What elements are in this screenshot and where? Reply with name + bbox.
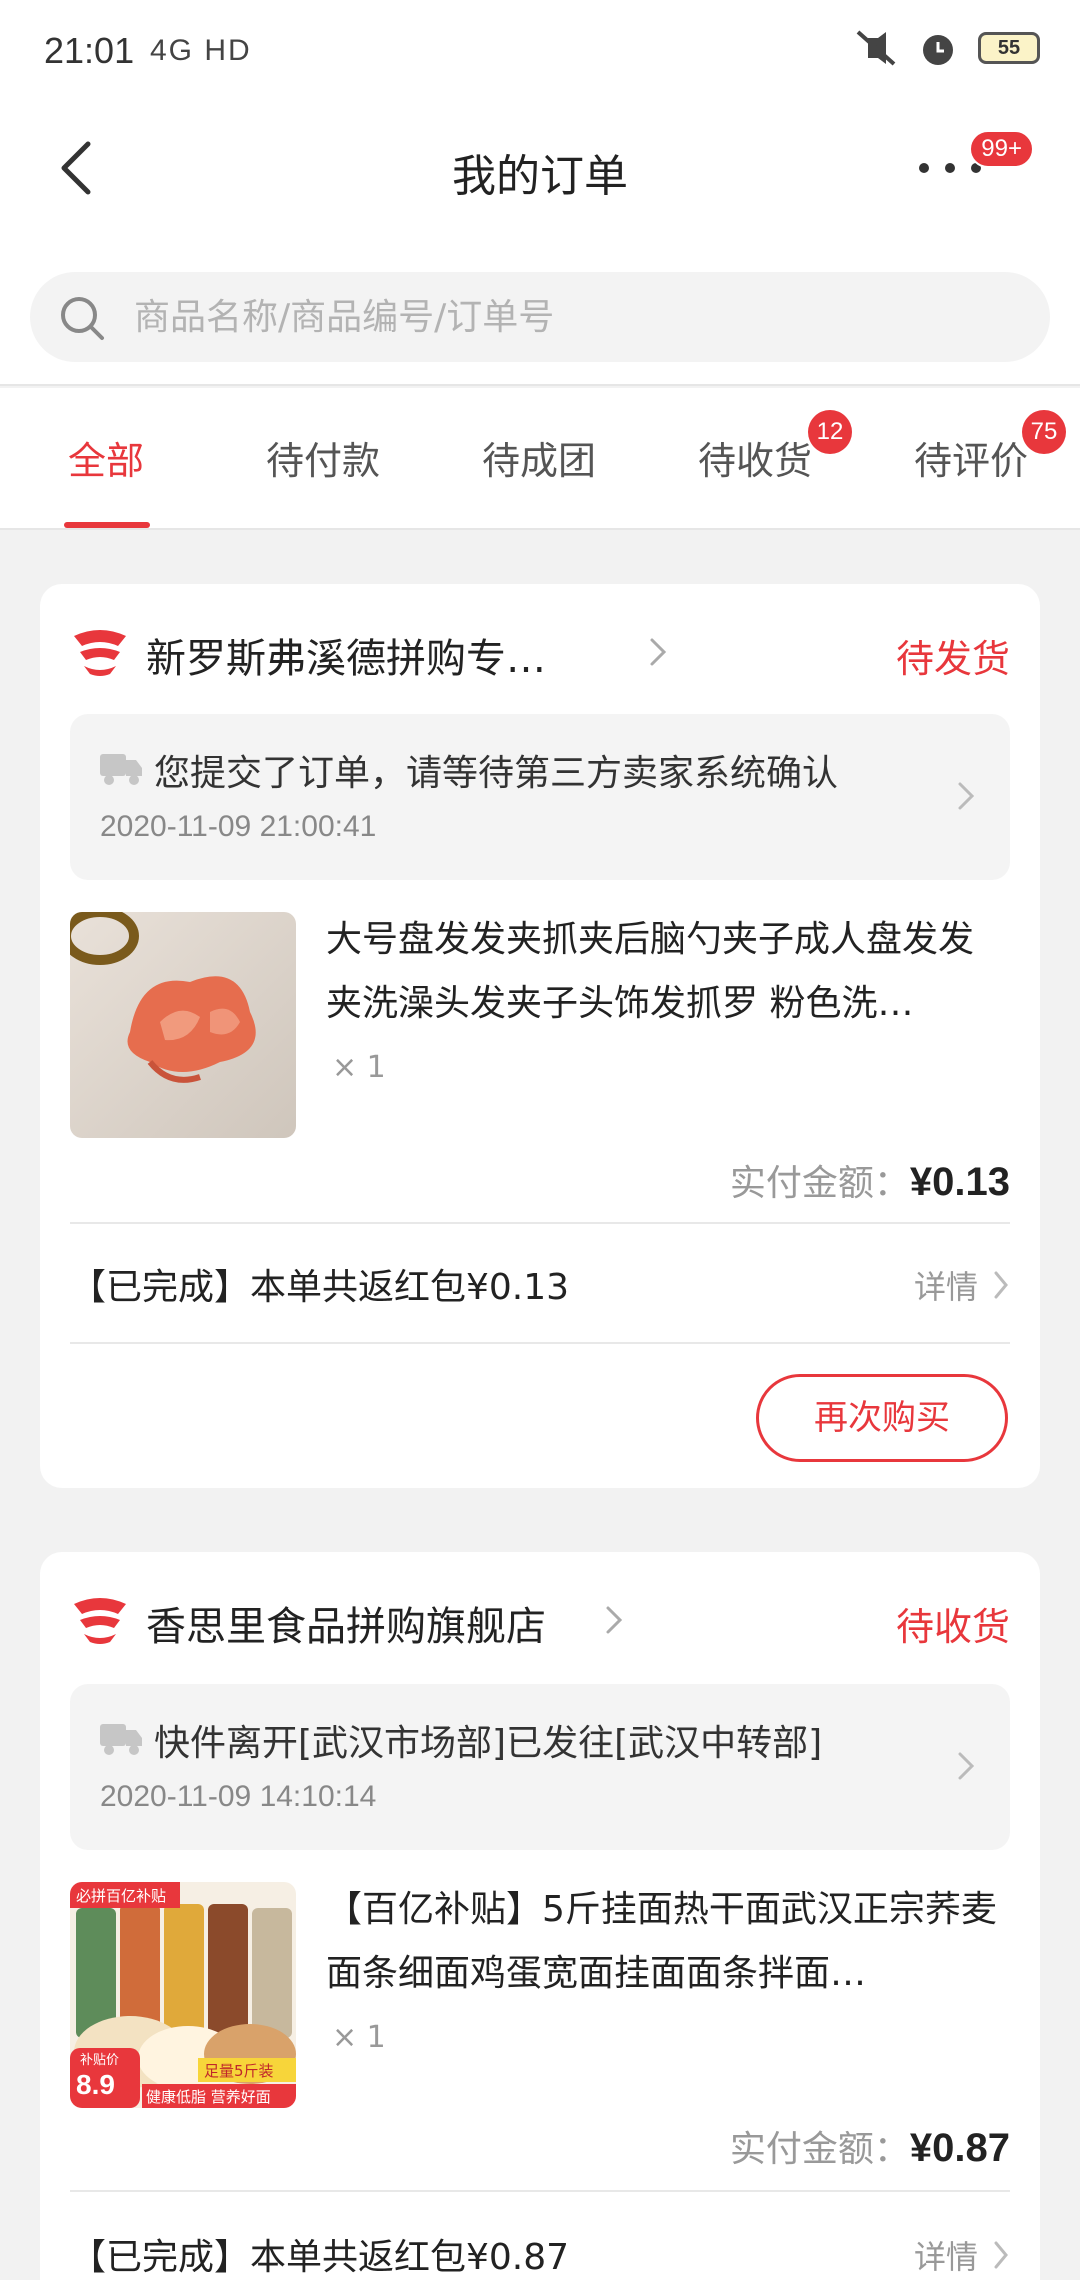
order-status: 待发货 [895,637,1010,681]
shop-chevron-icon[interactable] [646,634,670,670]
chevron-right-icon [958,782,975,810]
chevron-right-icon [994,2241,1008,2269]
noodle-pack-image: 必拼百亿补贴 补贴价 8.9 足量5斤装 健康低脂 营养好面 [70,1882,296,2108]
shop-name[interactable]: 新罗斯弗溪德拼购专… [146,626,576,684]
hair-clip-image [70,912,296,1138]
logistics-time: 2020-11-09 14:10:14 [100,1780,377,1813]
search-box[interactable] [30,272,1050,362]
detail-label: 详情 [913,2238,978,2276]
shop-chevron-icon[interactable] [602,1602,626,1638]
search-icon [61,297,104,340]
product-title[interactable]: 大号盘发发夹抓夹后脑勺夹子成人盘发发夹洗澡头发夹子头饰发抓罗 粉色洗… [326,908,1006,1036]
tab-pending-receipt[interactable]: 待收货 [698,430,812,485]
chevron-right-icon [994,1271,1008,1299]
order-card: 新罗斯弗溪德拼购专… 待发货 您提交了订单，请等待第三方卖家系统确认 2020-… [40,584,1040,1488]
price-value: 8.9 [76,2069,115,2100]
product-image[interactable] [70,912,296,1138]
status-icons: 55 [854,28,1040,68]
logistics-time: 2020-11-09 21:00:41 [100,810,377,843]
mute-icon [856,30,896,66]
rebuy-button[interactable]: 再次购买 [756,1374,1008,1462]
product-quantity: × 1 [332,2020,386,2055]
detail-link[interactable]: 详情 [914,2232,1010,2278]
tab-pending-payment[interactable]: 待付款 [266,430,380,485]
search-input[interactable] [134,290,1014,344]
divider [70,2190,1010,2192]
promo-tag: 必拼百亿补贴 [76,1887,166,1905]
product-image[interactable]: 必拼百亿补贴 补贴价 8.9 足量5斤装 健康低脂 营养好面 [70,1882,296,2108]
tab-all[interactable]: 全部 [68,430,144,485]
paid-row: 实付金额：¥0.87 [730,2120,1010,2172]
paid-row: 实付金额：¥0.13 [730,1154,1010,1206]
order-status: 待收货 [895,1605,1010,1649]
truck-icon [100,754,142,785]
pending-review-badge: 75 [1022,410,1066,454]
rebate-text: 【已完成】本单共返红包¥0.87 [70,2237,570,2278]
detail-label: 详情 [913,1268,978,1306]
paid-label: 实付金额： [729,1163,910,1204]
price-label: 补贴价 [80,2053,119,2068]
tab-pending-group[interactable]: 待成团 [482,430,596,485]
status-time: 21:01 [44,30,135,71]
logistics-text: 快件离开[武汉市场部]已发往[武汉中转部] [154,1723,823,1764]
shop-name[interactable]: 香思里食品拼购旗舰店 [146,1594,596,1652]
notification-badge: 99+ [969,130,1034,168]
product-quantity: × 1 [332,1050,386,1085]
network-indicator: 4G HD [150,34,252,67]
alarm-icon [923,35,953,65]
logistics-text: 您提交了订单，请等待第三方卖家系统确认 [154,753,839,794]
tab-pending-review[interactable]: 待评价 [914,430,1028,485]
pending-receipt-badge: 12 [808,410,852,454]
chevron-right-icon [958,1752,975,1780]
divider [70,1342,1010,1344]
product-title[interactable]: 【百亿补贴】5斤挂面热干面武汉正宗荞麦面条细面鸡蛋宽面挂面面条拌面… [326,1878,1006,2006]
order-tabs: 全部 待付款 待成团 待收货 12 待评价 75 [0,388,1080,530]
slogan-text: 健康低脂 营养好面 [146,2088,271,2106]
battery-indicator: 55 [978,32,1040,64]
shop-logo-icon [74,1598,126,1644]
tab-active-indicator [64,522,150,528]
header: 我的订单 99+ [0,100,1080,240]
paid-amount: ¥0.87 [909,2126,1010,2170]
paid-label: 实付金额： [729,2129,910,2170]
search-bar [0,240,1080,386]
logistics-panel[interactable]: 快件离开[武汉市场部]已发往[武汉中转部] 2020-11-09 14:10:1… [70,1684,1010,1850]
truck-icon [100,1724,142,1755]
detail-link[interactable]: 详情 [914,1262,1010,1308]
paid-amount: ¥0.13 [909,1160,1010,1204]
status-bar: 21:01 4G HD 55 [0,0,1080,100]
banner-text: 足量5斤装 [204,2062,274,2080]
rebate-text: 【已完成】本单共返红包¥0.13 [70,1267,570,1308]
order-card: 香思里食品拼购旗舰店 待收货 快件离开[武汉市场部]已发往[武汉中转部] 202… [40,1552,1040,2280]
logistics-panel[interactable]: 您提交了订单，请等待第三方卖家系统确认 2020-11-09 21:00:41 [70,714,1010,880]
shop-logo-icon [74,630,126,676]
divider [70,1222,1010,1224]
